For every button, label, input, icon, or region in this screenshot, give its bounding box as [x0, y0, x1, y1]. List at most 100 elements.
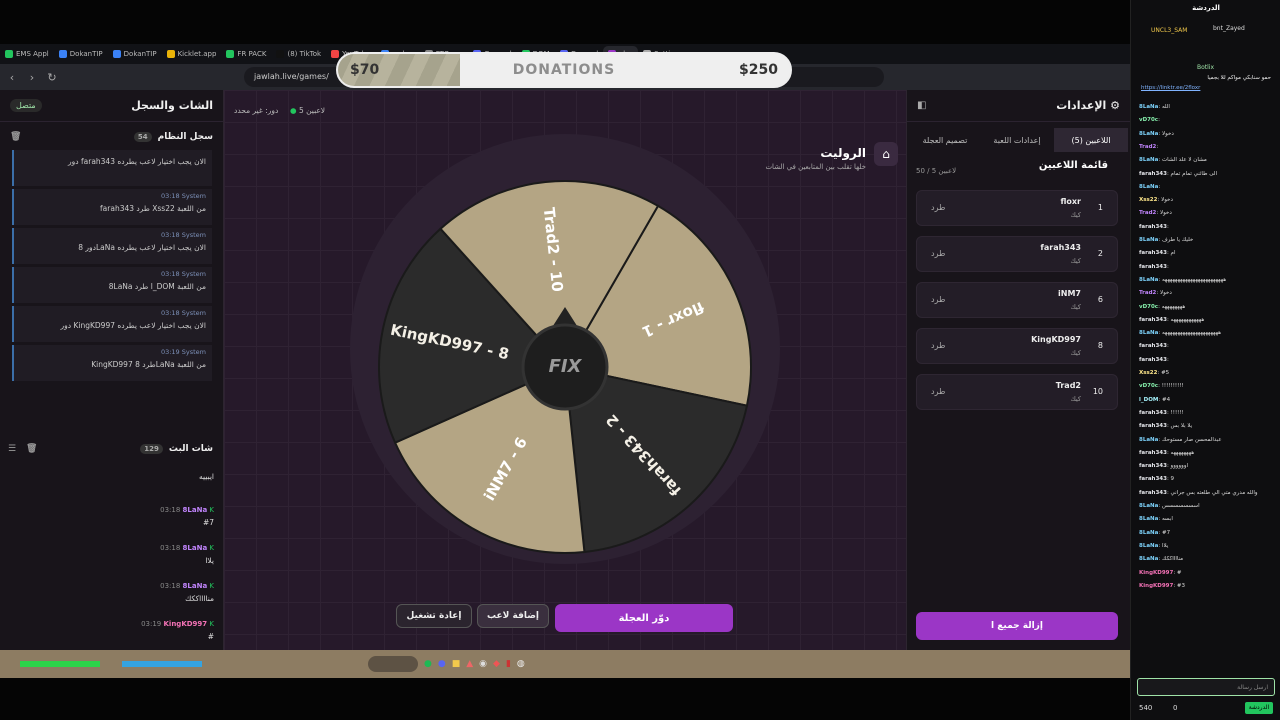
- kick-player-button[interactable]: طرد: [931, 295, 945, 304]
- log-text: دور 8LaNa الان يجب اختيار لاعب يطرده: [78, 243, 206, 252]
- chat-line: farah343: ههههههههه: [1139, 449, 1195, 456]
- chat-message: 03:18 8LaNa K منااااككك: [10, 582, 214, 603]
- panel-title: الشات والسجل: [131, 99, 213, 112]
- back-icon[interactable]: ‹: [6, 71, 18, 84]
- kick-icon: K: [209, 582, 214, 590]
- reload-icon[interactable]: ↻: [46, 71, 58, 84]
- chat-line-text: خليك يا طرف: [1161, 237, 1194, 243]
- player-platform: كيك: [1070, 395, 1081, 403]
- system-log-header: 🗑 54 سجل النظام: [0, 126, 223, 148]
- trash-icon[interactable]: 🗑: [10, 132, 21, 142]
- chat-message: 03:18 8LaNa K يلاا: [10, 544, 214, 565]
- chat-line-text: !!!!!!: [1170, 409, 1184, 416]
- players-count: ● 5 لاعبين: [290, 106, 325, 115]
- settings-tab[interactable]: اللاعبين (5): [1054, 128, 1128, 152]
- tab-favicon-icon: [112, 50, 121, 58]
- netflix-icon[interactable]: ▮: [506, 659, 511, 669]
- send-button[interactable]: الدردشة: [1245, 702, 1273, 714]
- log-text: دور farah343 الان يجب اختيار لاعب يطرده: [68, 157, 206, 166]
- chat-line-text: عبدالمحسن صار مستوحك: [1161, 436, 1222, 443]
- folder-icon[interactable]: ■: [452, 659, 461, 669]
- chat-line-text: ابسه: [1161, 516, 1173, 523]
- player-platform: كيك: [1070, 303, 1081, 311]
- log-time: 03:18: [160, 231, 180, 239]
- filter-icon[interactable]: ☰: [8, 444, 16, 454]
- search-icon[interactable]: [368, 656, 418, 672]
- chat-line-user: vD70c: [1139, 117, 1159, 124]
- collapse-icon[interactable]: ◧: [917, 100, 926, 111]
- chat-line: farah343:: [1139, 343, 1169, 350]
- chat-meta: 03:18 8LaNa K: [10, 582, 214, 590]
- remove-all-button[interactable]: إزالة جميع ا: [916, 612, 1118, 640]
- kick-player-button[interactable]: طرد: [931, 387, 945, 396]
- chat-line: 8LaNa: منااااككك: [1139, 556, 1184, 563]
- player-list-count: 50 / 5 لاعبين: [916, 167, 957, 175]
- chat-line: Trad2: دخولا: [1139, 290, 1172, 297]
- chat-text: #: [207, 632, 214, 641]
- tab-label: EMS Appl: [16, 50, 49, 58]
- log-entry: 03:18 System farah343 طرد Xss22 من اللعبة: [12, 189, 212, 225]
- kick-player-button[interactable]: طرد: [931, 249, 945, 258]
- chat-line-user: 8LaNa: [1139, 330, 1159, 337]
- chat-line-text: منااااككك: [1161, 556, 1184, 563]
- log-count: 54: [133, 132, 152, 142]
- chat-line: farah343: ههههههههههههه: [1139, 316, 1205, 323]
- browser-tab[interactable]: (8) TikTok: [271, 46, 326, 62]
- log-user: System: [181, 348, 206, 356]
- player-row: iNM7 كيك 6 طرد: [916, 282, 1118, 318]
- browser-tab[interactable]: DokanTIP: [108, 46, 162, 62]
- player-row: Trad2 كيك 10 طرد: [916, 374, 1118, 410]
- player-row: floxr كيك 1 طرد: [916, 190, 1118, 226]
- chat-line-user: Trad2: [1139, 143, 1157, 150]
- log-entry: 03:18 System دور KingKD997 الان يجب اختيا…: [12, 306, 212, 342]
- chat-line: farah343: اوووووو: [1139, 463, 1189, 470]
- chat-line: 8LaNa: دخولا: [1139, 130, 1174, 137]
- player-name: KingKD997: [1031, 335, 1081, 344]
- chat-line-user: l_DOM: [1139, 396, 1159, 403]
- log-text: 8LaNa طرد l_DOM من اللعبة: [108, 282, 206, 291]
- kick-player-button[interactable]: طرد: [931, 203, 945, 212]
- player-number: 1: [1097, 203, 1103, 212]
- brave-icon[interactable]: ◆: [493, 659, 500, 669]
- forward-icon[interactable]: ›: [26, 71, 38, 84]
- chat-line: 8LaNa: يلاا: [1139, 542, 1169, 549]
- chat-line-user: farah343: [1139, 316, 1167, 323]
- turn-label: دور: غير محدد: [234, 106, 279, 115]
- chat-line-user: 8LaNa: [1139, 516, 1159, 523]
- chat-line-text: ههههههههه: [1170, 449, 1195, 456]
- chat-line-text: #7: [1161, 529, 1171, 536]
- spotify-icon[interactable]: ●: [424, 659, 432, 669]
- chat-line-user: Trad2: [1139, 290, 1157, 297]
- restart-button[interactable]: إعادة تشغيل: [396, 604, 472, 628]
- chat-line: 8LaNa: #7: [1139, 529, 1171, 536]
- chat-count: 129: [140, 444, 163, 454]
- player-row: farah343 كيك 2 طرد: [916, 236, 1118, 272]
- home-icon[interactable]: ⌂: [874, 142, 898, 166]
- chat-input[interactable]: ارسل رسالة: [1137, 678, 1275, 696]
- settings-tab[interactable]: تصميم العجلة: [910, 128, 980, 152]
- browser-tab[interactable]: EMS Appl: [0, 46, 54, 62]
- obs-icon[interactable]: ◍: [517, 659, 525, 669]
- discord-icon[interactable]: ●: [438, 659, 446, 669]
- browser-tab[interactable]: Kicklet.app: [162, 46, 222, 62]
- steam-icon[interactable]: ◉: [479, 659, 487, 669]
- app-icon[interactable]: ▲: [466, 659, 473, 669]
- chat-line-text: الله: [1161, 104, 1170, 110]
- player-number: 10: [1092, 387, 1103, 396]
- players-count-label: 5 لاعبين: [298, 106, 326, 115]
- browser-tab[interactable]: DokanTIP: [54, 46, 108, 62]
- roulette-wheel[interactable]: floxr - 1farah343 - 2iNM7 - 6KingKD997 -…: [378, 180, 752, 554]
- stream-chat-header: ☰ 🗑 129 شات البث: [0, 438, 223, 460]
- settings-tab[interactable]: إعدادات اللعبة: [982, 128, 1052, 152]
- chat-line: farah343:: [1139, 356, 1169, 363]
- bot-link[interactable]: https://linktr.ee/2floxr: [1141, 85, 1271, 91]
- desktop-capture: EMS Appl DokanTIP DokanTIP Kicklet.app FR PA…: [0, 0, 1130, 720]
- chat-line-user: farah343: [1139, 463, 1167, 470]
- spin-button[interactable]: دوّر العجلة: [555, 604, 733, 632]
- turn-indicator: دور: غير محدد: [234, 106, 278, 115]
- add-player-button[interactable]: إضافة لاعب: [477, 604, 549, 628]
- kick-player-button[interactable]: طرد: [931, 341, 945, 350]
- trash-icon[interactable]: 🗑: [26, 444, 37, 454]
- chat-line: vD70c: !!!!!!!!!!: [1139, 383, 1184, 390]
- browser-tab[interactable]: FR PACK: [221, 46, 271, 62]
